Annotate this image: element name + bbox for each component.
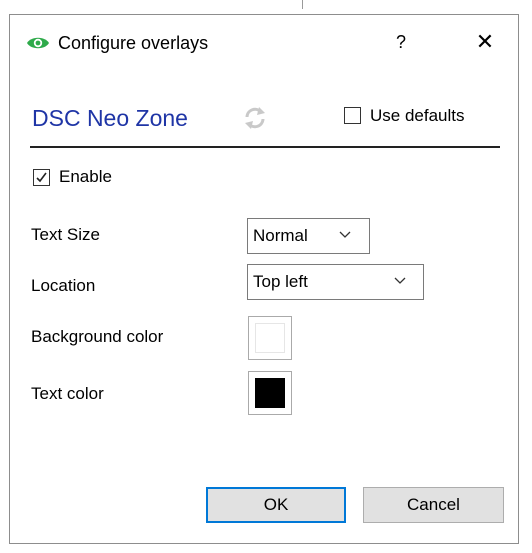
use-defaults-checkbox[interactable] xyxy=(344,107,361,124)
background-color-label: Background color xyxy=(31,327,164,346)
location-value: Top left xyxy=(253,272,308,291)
background-color-picker[interactable] xyxy=(248,316,292,360)
text-size-select[interactable]: Normal xyxy=(247,218,370,254)
cancel-button[interactable]: Cancel xyxy=(363,487,504,523)
text-color-label: Text color xyxy=(31,384,104,403)
chevron-down-icon xyxy=(339,231,351,238)
dialog-title: Configure overlays xyxy=(58,33,209,53)
refresh-icon[interactable] xyxy=(242,105,268,131)
text-size-label: Text Size xyxy=(31,225,100,244)
close-button[interactable]: ✕ xyxy=(468,27,502,57)
text-color-swatch xyxy=(255,378,285,408)
title-bar[interactable]: Configure overlays ? ✕ xyxy=(10,15,518,77)
location-label: Location xyxy=(31,276,96,295)
chevron-down-icon xyxy=(394,277,406,284)
enable-label[interactable]: Enable xyxy=(59,166,112,188)
help-button[interactable]: ? xyxy=(386,27,416,57)
window-edge xyxy=(302,0,303,9)
enable-checkbox[interactable] xyxy=(33,169,50,186)
location-select[interactable]: Top left xyxy=(247,264,424,300)
background-color-swatch xyxy=(255,323,285,353)
header-divider xyxy=(30,146,500,148)
text-color-picker[interactable] xyxy=(248,371,292,415)
eye-icon xyxy=(27,37,49,49)
ok-button[interactable]: OK xyxy=(206,487,346,523)
checkmark-icon xyxy=(36,172,47,183)
text-size-value: Normal xyxy=(253,226,308,245)
configure-overlays-dialog: Configure overlays ? ✕ DSC Neo Zone Use … xyxy=(9,14,519,544)
device-heading: DSC Neo Zone xyxy=(32,105,188,131)
use-defaults-label[interactable]: Use defaults xyxy=(370,105,465,127)
